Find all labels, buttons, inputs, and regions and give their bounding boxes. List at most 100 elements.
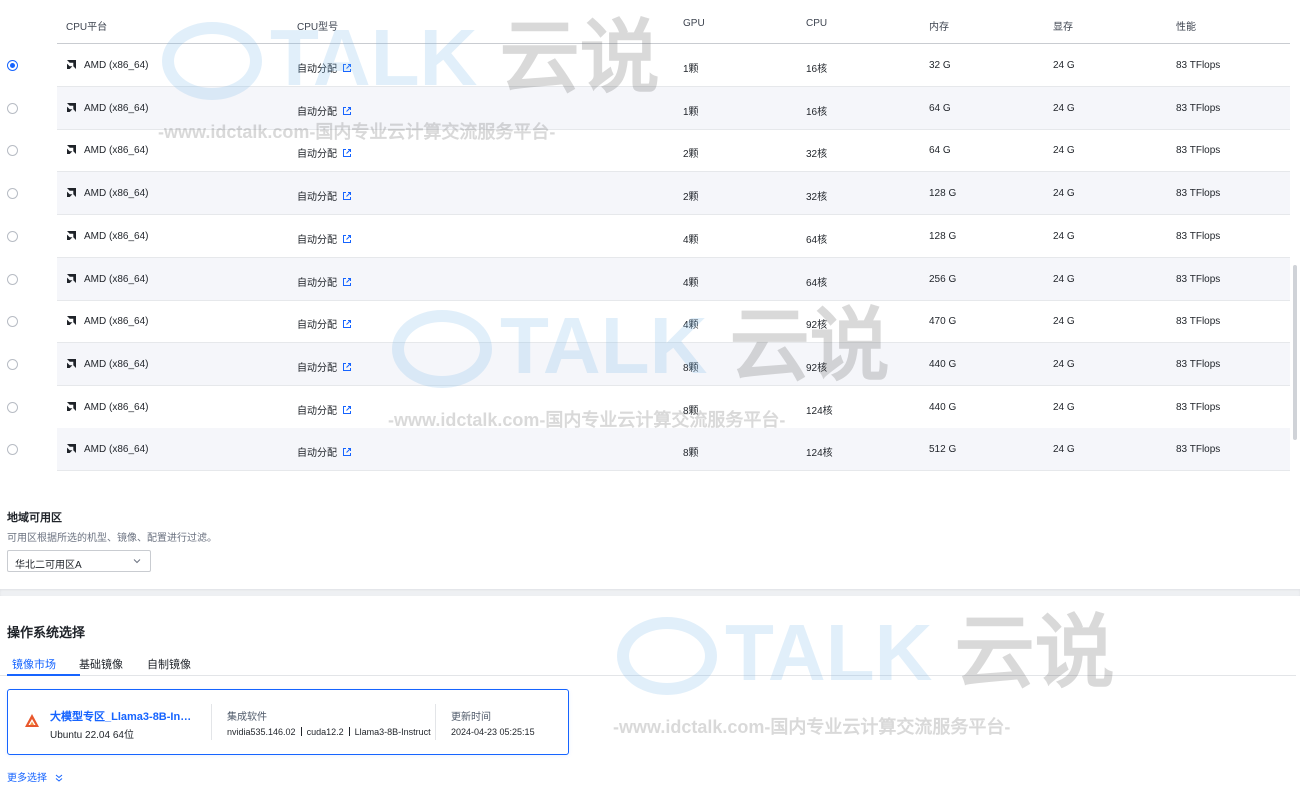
- cell-memory: 512 G: [929, 444, 957, 456]
- cell-cpu-model: 自动分配: [297, 231, 352, 246]
- cell-cpu: 124核: [806, 448, 833, 460]
- header-memory: 内存: [929, 22, 949, 33]
- cell-cpu-platform: AMD (x86_64): [67, 358, 149, 370]
- row-radio[interactable]: [7, 273, 18, 285]
- cell-cpu: 16核: [806, 64, 828, 75]
- external-link-icon[interactable]: [342, 405, 352, 415]
- cpu-platform-text: AMD (x86_64): [84, 444, 149, 456]
- cell-cpu: 124核: [806, 405, 833, 417]
- external-link-icon[interactable]: [342, 447, 352, 457]
- cell-gpu: 2颗: [683, 149, 699, 161]
- watermark-url: -www.idctalk.com-国内专业云计算交流服务平台-: [613, 717, 1011, 737]
- cell-vram: 24 G: [1053, 102, 1075, 114]
- software-separator: [300, 727, 302, 736]
- external-link-icon[interactable]: [342, 277, 352, 287]
- card-divider: [435, 704, 436, 740]
- cell-cpu-model: 自动分配: [297, 402, 352, 417]
- cell-cpu-platform: AMD (x86_64): [67, 60, 148, 71]
- row-background: [57, 86, 1290, 130]
- cpu-model-text: 自动分配: [297, 448, 337, 460]
- tab-base-image[interactable]: 基础镜像: [79, 656, 123, 672]
- row-radio[interactable]: [7, 102, 18, 114]
- row-radio[interactable]: [7, 188, 18, 200]
- cpu-platform-text: AMD (x86_64): [84, 316, 149, 328]
- external-link-icon[interactable]: [342, 362, 352, 372]
- cpu-model-text: 自动分配: [297, 149, 337, 161]
- cell-cpu: 64核: [806, 234, 828, 246]
- cpu-platform-text: AMD (x86_64): [84, 358, 149, 370]
- external-link-icon[interactable]: [342, 106, 352, 116]
- row-background: [57, 300, 1290, 344]
- cell-cpu: 32核: [806, 192, 828, 204]
- cell-gpu: 4颗: [683, 234, 699, 246]
- cpu-platform-text: AMD (x86_64): [84, 273, 149, 285]
- amd-logo-icon: [67, 60, 76, 69]
- table-row[interactable]: AMD (x86_64) 自动分配 8颗 124核 512 G 24 G 83 TFlops: [0, 428, 1290, 472]
- table-row[interactable]: AMD (x86_64) 自动分配 1颗 16核 64 G 24 G 83 TFlops: [0, 86, 1290, 130]
- amd-logo-icon: [67, 273, 76, 283]
- cell-vram: 24 G: [1053, 60, 1075, 71]
- amd-logo-icon: [67, 145, 76, 155]
- chevron-down-icon: [133, 559, 141, 564]
- external-link-icon[interactable]: [342, 234, 352, 244]
- external-link-icon[interactable]: [342, 191, 352, 201]
- table-scrollbar[interactable]: [1293, 265, 1297, 440]
- update-time-label: 更新时间: [451, 712, 491, 723]
- row-radio[interactable]: [7, 444, 18, 456]
- software-list: nvidia535.146.02 cuda12.2 Llama3-8B-Instru…: [227, 727, 434, 737]
- table-row[interactable]: AMD (x86_64) 自动分配 8颗 92核 440 G 24 G 83 TFlops: [0, 342, 1290, 386]
- cell-cpu-model: 自动分配: [297, 60, 352, 75]
- cell-gpu: 1颗: [683, 64, 699, 75]
- cell-cpu-model: 自动分配: [297, 145, 352, 160]
- amd-logo-icon: [67, 230, 76, 240]
- table-row[interactable]: AMD (x86_64) 自动分配 2颗 32核 64 G 24 G 83 TFlops: [0, 129, 1290, 173]
- row-radio[interactable]: [7, 401, 18, 413]
- tab-image-market[interactable]: 镜像市场: [12, 656, 56, 672]
- software-item: cuda12.2: [306, 727, 344, 737]
- row-radio[interactable]: [7, 230, 18, 242]
- cell-vram: 24 G: [1053, 401, 1075, 413]
- cell-memory: 256 G: [929, 273, 957, 285]
- table-row[interactable]: AMD (x86_64) 自动分配 8颗 124核 440 G 24 G 83 TFlops: [0, 386, 1290, 429]
- row-radio[interactable]: [7, 358, 18, 370]
- row-radio[interactable]: [7, 145, 18, 157]
- image-card-llama3[interactable]: 大模型专区_Llama3-8B-Instruct Ubuntu 22.04 64…: [7, 689, 569, 755]
- active-tab-indicator: [7, 674, 80, 676]
- amd-logo-icon: [67, 358, 76, 368]
- more-options-link[interactable]: 更多选择: [7, 769, 63, 784]
- region-select[interactable]: 华北二可用区A: [7, 550, 151, 572]
- amd-logo-icon: [67, 401, 76, 411]
- update-time-value: 2024-04-23 05:25:15: [451, 727, 535, 737]
- cell-vram: 24 G: [1053, 188, 1075, 200]
- external-link-icon[interactable]: [342, 319, 352, 329]
- tab-custom-image[interactable]: 自制镜像: [147, 656, 191, 672]
- cpu-model-text: 自动分配: [297, 320, 337, 332]
- cell-vram: 24 G: [1053, 358, 1075, 370]
- external-link-icon[interactable]: [342, 148, 352, 158]
- amd-logo-icon: [67, 188, 76, 198]
- double-chevron-down-icon: [55, 774, 63, 782]
- row-background: [57, 342, 1290, 386]
- amd-logo-icon: [67, 444, 76, 454]
- row-radio[interactable]: [7, 316, 18, 328]
- cell-cpu-model: 自动分配: [297, 188, 352, 203]
- cpu-platform-text: AMD (x86_64): [84, 188, 149, 200]
- cpu-platform-text: AMD (x86_64): [84, 230, 149, 242]
- table-row[interactable]: AMD (x86_64) 自动分配 2颗 32核 128 G 24 G 83 TFlops: [0, 172, 1290, 216]
- table-row[interactable]: AMD (x86_64) 自动分配 4颗 64核 128 G 24 G 83 TFlops: [0, 215, 1290, 258]
- cell-cpu: 92核: [806, 320, 828, 332]
- cell-performance: 83 TFlops: [1176, 188, 1221, 200]
- table-row[interactable]: AMD (x86_64) 自动分配 1颗 16核 32 G 24 G 83 TFlops: [0, 44, 1290, 87]
- cell-gpu: 4颗: [683, 277, 699, 289]
- cell-vram: 24 G: [1053, 444, 1075, 456]
- os-section-title: 操作系统选择: [7, 625, 86, 640]
- table-row[interactable]: AMD (x86_64) 自动分配 4颗 64核 256 G 24 G 83 TFlops: [0, 257, 1290, 301]
- row-background: [57, 215, 1290, 258]
- table-row[interactable]: AMD (x86_64) 自动分配 4颗 92核 470 G 24 G 83 TFlops: [0, 300, 1290, 344]
- row-radio[interactable]: [7, 60, 18, 71]
- external-link-icon[interactable]: [342, 63, 352, 73]
- region-description: 可用区根据所选的机型、镜像、配置进行过滤。: [7, 533, 217, 544]
- cell-cpu: 32核: [806, 149, 828, 161]
- cell-gpu: 2颗: [683, 192, 699, 204]
- cell-performance: 83 TFlops: [1176, 316, 1221, 328]
